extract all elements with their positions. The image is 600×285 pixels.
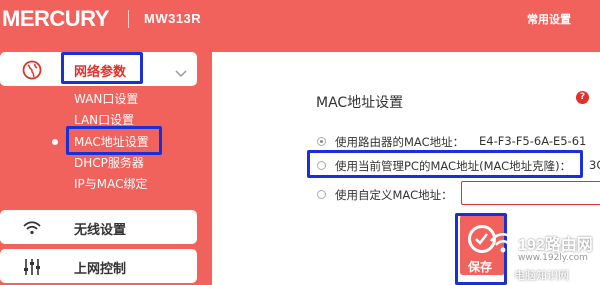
- sidebar-group-label: 无线设置: [74, 223, 127, 238]
- highlight-box-network: [61, 52, 143, 84]
- sidebar-item-wan[interactable]: WAN口设置: [74, 90, 138, 107]
- highlight-box-mac-menu: [66, 126, 162, 155]
- wifi-logo-icon: [490, 233, 516, 253]
- router-mac-value: E4-F3-F5-6A-E5-61: [479, 134, 587, 148]
- radio-custom-mac[interactable]: [317, 190, 326, 199]
- option-router-mac-label: 使用路由器的MAC地址：: [335, 135, 465, 149]
- custom-mac-input[interactable]: [461, 181, 600, 205]
- highlight-box-clone-option: [307, 150, 583, 178]
- sliders-icon: [22, 257, 42, 277]
- clone-pc-mac-value: 3C: [589, 158, 600, 172]
- top-bar: MERCURY MW313R 常用设置: [0, 0, 600, 38]
- watermark-brand: 192路由网: [518, 237, 593, 254]
- sidebar-group-label: 上网控制: [74, 262, 127, 277]
- watermark-url: www.192ly.com: [518, 253, 588, 263]
- sidebar-group-wireless[interactable]: 无线设置: [0, 210, 197, 244]
- sidebar-group-internet-control[interactable]: 上网控制: [0, 249, 197, 283]
- logo-divider: [128, 10, 129, 28]
- watermark-sub: 电脑知识网: [514, 269, 569, 282]
- option-custom-mac-label: 使用自定义MAC地址：: [335, 188, 453, 202]
- globe-icon: [22, 60, 42, 80]
- watermark: 192路由网 www.192ly.com 电脑知识网: [488, 221, 600, 282]
- sidebar-item-ip-mac-binding[interactable]: IP与MAC绑定: [74, 175, 148, 192]
- chevron-down-icon: [175, 63, 187, 82]
- wifi-icon: [22, 218, 42, 238]
- help-icon[interactable]: ?: [576, 91, 589, 104]
- active-bullet: [52, 139, 58, 145]
- page-title: MAC地址设置: [316, 95, 404, 111]
- sidebar-item-dhcp[interactable]: DHCP服务器: [74, 154, 144, 171]
- common-settings-link[interactable]: 常用设置: [527, 11, 571, 27]
- brand-logo: MERCURY: [2, 6, 109, 31]
- radio-router-mac[interactable]: [317, 137, 326, 146]
- model-name: MW313R: [144, 11, 202, 26]
